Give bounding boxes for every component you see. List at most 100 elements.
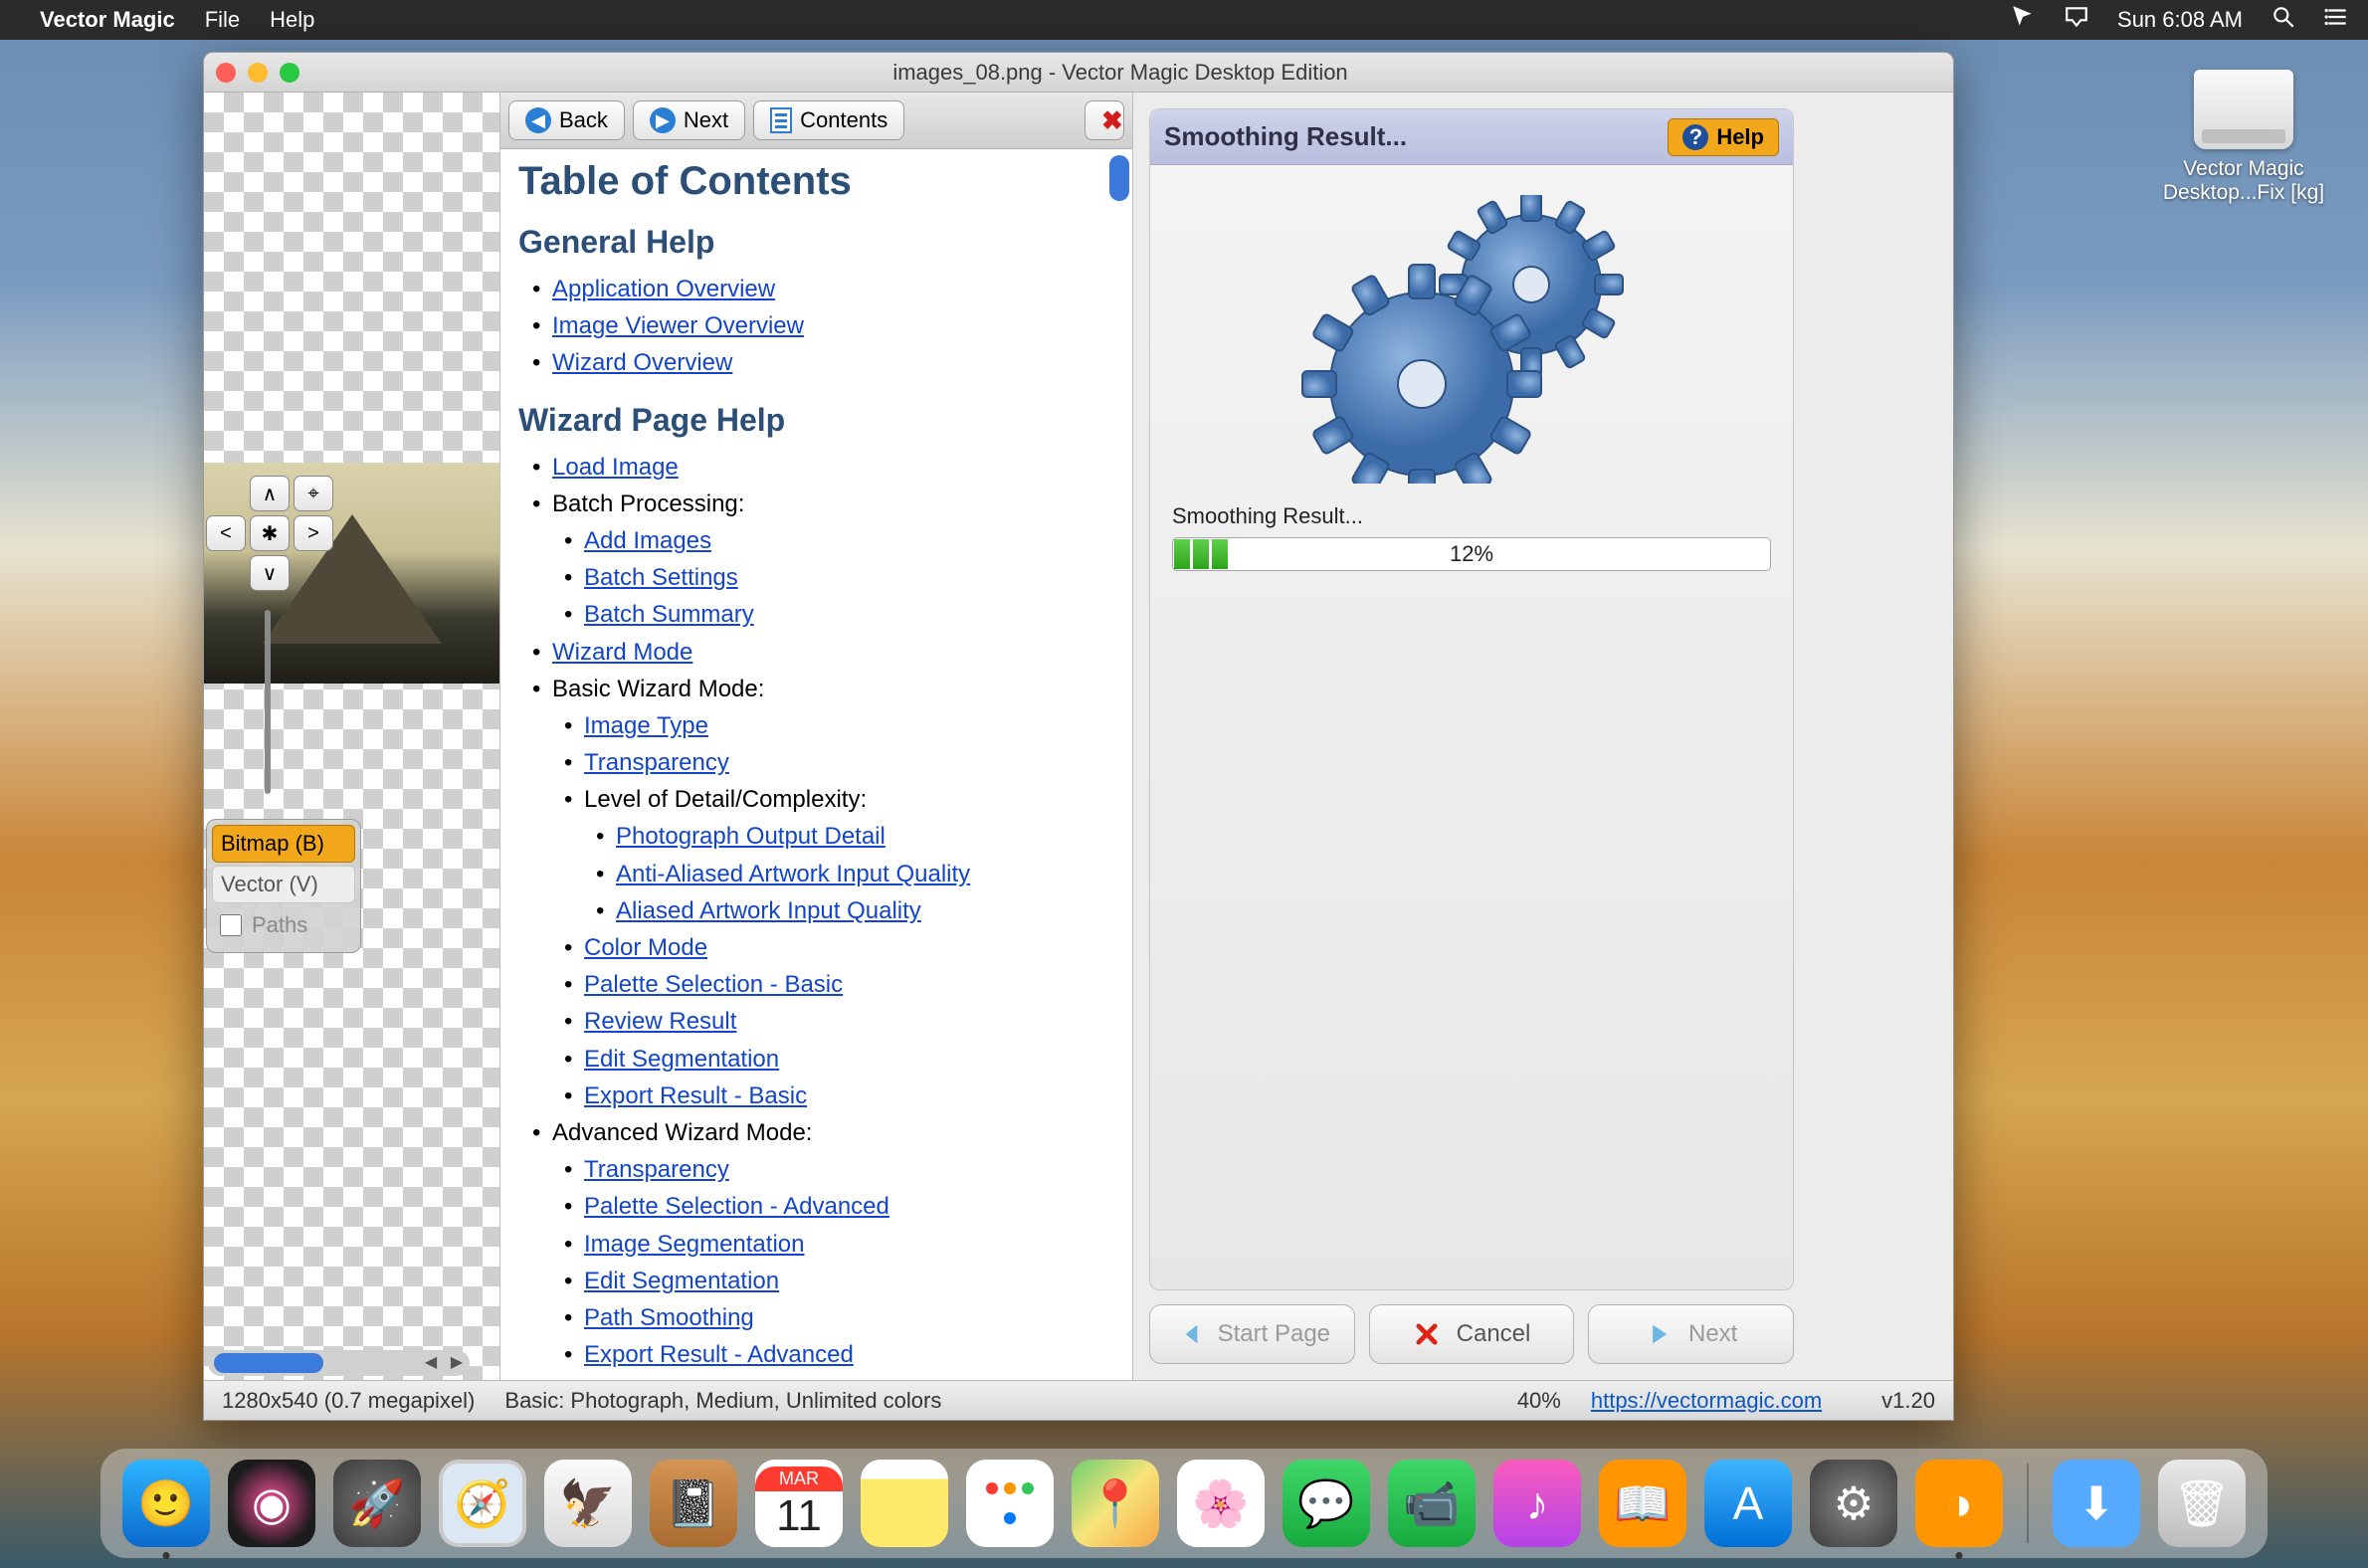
window-title: images_08.png - Vector Magic Desktop Edi… (299, 60, 1941, 86)
link-transparency-adv[interactable]: Transparency (584, 1156, 729, 1183)
nav-up-button[interactable]: ∧ (250, 476, 290, 511)
dock-ibooks[interactable]: 📖 (1599, 1460, 1686, 1547)
dock-itunes[interactable]: ♪ (1493, 1460, 1581, 1547)
link-palette-basic[interactable]: Palette Selection - Basic (584, 971, 843, 998)
layer-paths[interactable]: Paths (212, 906, 355, 944)
dock-contacts[interactable]: 📓 (650, 1460, 737, 1547)
help-wizard-heading: Wizard Page Help (518, 402, 1108, 439)
link-batch-settings[interactable]: Batch Settings (584, 564, 738, 591)
status-mode: Basic: Photograph, Medium, Unlimited col… (504, 1388, 941, 1414)
scroll-right-icon[interactable]: ▶ (444, 1350, 470, 1376)
link-add-images[interactable]: Add Images (584, 527, 711, 554)
nav-down-button[interactable]: ∨ (250, 555, 290, 591)
dock-finder[interactable]: 🙂 (122, 1460, 210, 1547)
zoom-window-button[interactable] (280, 63, 299, 83)
link-edit-segmentation-basic[interactable]: Edit Segmentation (584, 1046, 779, 1073)
layer-vector[interactable]: Vector (V) (212, 866, 355, 903)
menubar: Vector Magic File Help Sun 6:08 AM (0, 0, 2368, 40)
dock-system-preferences[interactable]: ⚙ (1810, 1460, 1897, 1547)
paths-checkbox[interactable] (220, 914, 242, 936)
help-contents-button[interactable]: Contents (753, 100, 904, 140)
help-next-button[interactable]: ▶Next (633, 100, 745, 140)
scroll-left-icon[interactable]: ◀ (418, 1350, 444, 1376)
titlebar[interactable]: images_08.png - Vector Magic Desktop Edi… (204, 53, 1953, 93)
gears-illustration (1150, 165, 1793, 503)
dock-appstore[interactable]: A (1704, 1460, 1792, 1547)
menubar-clock[interactable]: Sun 6:08 AM (2117, 7, 2243, 33)
link-color-mode[interactable]: Color Mode (584, 934, 707, 961)
paths-label: Paths (252, 912, 307, 938)
link-palette-adv[interactable]: Palette Selection - Advanced (584, 1193, 889, 1220)
spotlight-icon[interactable] (2270, 4, 2296, 36)
contents-icon (770, 107, 792, 133)
link-batch-summary[interactable]: Batch Summary (584, 601, 754, 628)
link-export-basic[interactable]: Export Result - Basic (584, 1082, 807, 1109)
desktop-drive[interactable]: Vector Magic Desktop...Fix [kg] (2159, 70, 2328, 205)
help-toolbar: ◀Back ▶Next Contents ✖ (500, 93, 1132, 149)
calendar-month: MAR (755, 1467, 843, 1491)
pane-buttons: Start Page Cancel Next (1149, 1304, 1794, 1364)
cursor-status-icon[interactable] (2010, 4, 2036, 36)
link-image-segmentation[interactable]: Image Segmentation (584, 1231, 804, 1258)
link-image-type[interactable]: Image Type (584, 712, 708, 739)
scrollbar-thumb[interactable] (214, 1353, 323, 1373)
zoom-slider[interactable] (248, 610, 288, 809)
link-review-result[interactable]: Review Result (584, 1008, 736, 1035)
dock-siri[interactable]: ◉ (228, 1460, 315, 1547)
link-load-image[interactable]: Load Image (552, 454, 679, 481)
close-window-button[interactable] (216, 63, 236, 83)
dock-messages[interactable]: 💬 (1283, 1460, 1370, 1547)
menu-file[interactable]: File (205, 7, 240, 33)
link-application-overview[interactable]: Application Overview (552, 276, 775, 302)
help-v-scrollbar[interactable] (1106, 149, 1132, 1380)
traffic-lights (216, 63, 299, 83)
link-aa-artwork-quality[interactable]: Anti-Aliased Artwork Input Quality (616, 861, 970, 887)
dock-facetime[interactable]: 📹 (1388, 1460, 1476, 1547)
nav-fit-button[interactable]: ⌖ (294, 476, 333, 511)
nav-center-button[interactable]: ✱ (250, 515, 290, 551)
nav-pad: ∧ ⌖ < ✱ > ∨ (206, 476, 333, 591)
dock-safari[interactable]: 🧭 (439, 1460, 526, 1547)
dock-trash[interactable]: 🗑 (2158, 1460, 2246, 1547)
next-button[interactable]: Next (1588, 1304, 1794, 1364)
back-arrow-icon: ◀ (525, 107, 551, 133)
dock-reminders[interactable] (966, 1460, 1054, 1547)
app-name[interactable]: Vector Magic (40, 7, 175, 33)
link-aliased-artwork-quality[interactable]: Aliased Artwork Input Quality (616, 897, 921, 924)
minimize-window-button[interactable] (248, 63, 268, 83)
status-url[interactable]: https://vectormagic.com (1591, 1388, 1822, 1414)
progress-pane: Smoothing Result... ? Help (1133, 93, 1810, 1380)
pane-help-button[interactable]: ? Help (1668, 118, 1779, 156)
nav-left-button[interactable]: < (206, 515, 246, 551)
link-export-adv[interactable]: Export Result - Advanced (584, 1341, 854, 1368)
dock-notes[interactable] (861, 1460, 948, 1547)
nav-right-button[interactable]: > (294, 515, 333, 551)
link-wizard-mode[interactable]: Wizard Mode (552, 639, 692, 666)
help-back-button[interactable]: ◀Back (508, 100, 625, 140)
link-wizard-overview[interactable]: Wizard Overview (552, 349, 732, 376)
link-path-smoothing[interactable]: Path Smoothing (584, 1304, 754, 1331)
link-edit-segmentation-adv[interactable]: Edit Segmentation (584, 1268, 779, 1294)
dock-maps[interactable]: 📍 (1072, 1460, 1159, 1547)
dock-mail[interactable]: 🦅 (544, 1460, 632, 1547)
cancel-button[interactable]: Cancel (1369, 1304, 1575, 1364)
viewer-h-scrollbar[interactable]: ◀ ▶ (208, 1350, 470, 1376)
help-close-button[interactable]: ✖ (1085, 100, 1124, 140)
help-content: Table of Contents General Help Applicati… (500, 149, 1132, 1380)
link-photo-output-detail[interactable]: Photograph Output Detail (616, 823, 886, 850)
pane-title: Smoothing Result... (1164, 121, 1407, 152)
dock-photos[interactable]: 🌸 (1177, 1460, 1265, 1547)
status-zoom: 40% (1517, 1388, 1561, 1414)
dock-vector-magic[interactable]: ◑ (1915, 1460, 2003, 1547)
dock-downloads[interactable]: ⬇ (2053, 1460, 2140, 1547)
link-image-viewer-overview[interactable]: Image Viewer Overview (552, 312, 804, 339)
dock-calendar[interactable]: MAR 11 (755, 1460, 843, 1547)
status-dimensions: 1280x540 (0.7 megapixel) (222, 1388, 475, 1414)
menu-extras-icon[interactable] (2324, 4, 2350, 36)
airplay-icon[interactable] (2064, 4, 2089, 36)
layer-bitmap[interactable]: Bitmap (B) (212, 825, 355, 863)
start-page-button[interactable]: Start Page (1149, 1304, 1355, 1364)
dock-launchpad[interactable]: 🚀 (333, 1460, 421, 1547)
menu-help[interactable]: Help (270, 7, 314, 33)
link-transparency-basic[interactable]: Transparency (584, 749, 729, 776)
